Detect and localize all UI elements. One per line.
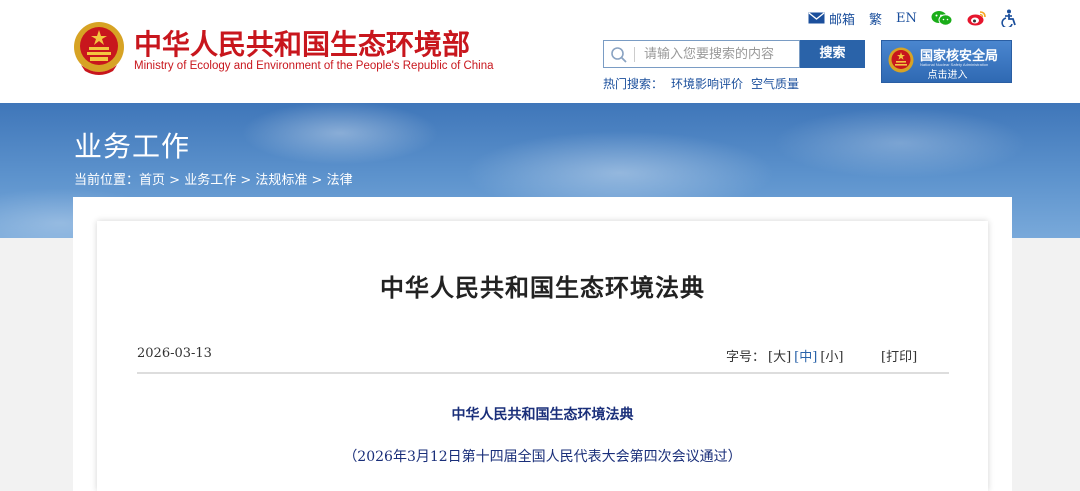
breadcrumb-law[interactable]: 法律 [327,173,353,188]
hot-search-link[interactable]: 环境影响评价 [671,77,743,91]
mail-icon [808,12,825,24]
article-card: 中华人民共和国生态环境法典 2026-03-13 字号： [大] [中] [小] [打… [97,221,988,491]
breadcrumb-business[interactable]: 业务工作 [184,173,236,188]
breadcrumb-separator: > [236,173,256,188]
site-header: 中华人民共和国生态环境部 Ministry of Ecology and Env… [0,0,1080,103]
search-box [603,40,800,68]
search-button[interactable]: 搜索 [800,40,865,68]
font-size-small[interactable]: [小] [820,350,843,365]
english-link[interactable]: EN [896,11,917,26]
breadcrumb-separator: > [307,173,327,188]
wechat-icon [931,11,953,26]
traditional-chinese-link[interactable]: 繁 [869,9,882,28]
font-size-label: 字号： [726,350,766,365]
nnsa-enter-label: 点击进入 [927,70,968,81]
article-date: 2026-03-13 [137,346,212,361]
site-logo-subtitle[interactable]: Ministry of Ecology and Environment of t… [134,60,494,72]
breadcrumb-regulations[interactable]: 法规标准 [255,173,307,188]
font-size-large[interactable]: [大] [768,350,791,365]
font-size-switcher: 字号： [大] [中] [小] [726,346,843,365]
site-logo-title[interactable]: 中华人民共和国生态环境部 [134,23,470,63]
mail-label: 邮箱 [829,12,856,28]
national-emblem-icon[interactable] [73,21,125,76]
font-size-medium[interactable]: [中] [794,350,817,365]
hot-search-label: 热门搜索： [603,77,664,91]
breadcrumb-home[interactable]: 首页 [139,173,165,188]
search-divider [634,47,635,62]
accessibility-link[interactable] [1001,9,1017,27]
article-adoption-note: （2026年3月12日第十四届全国人民代表大会第四次会议通过） [343,449,742,465]
print-button[interactable]: [打印] [881,346,917,365]
weibo-link[interactable] [967,10,987,26]
nnsa-entry-button[interactable]: 国家核安全局 National Nuclear Safety Administr… [881,40,1012,83]
breadcrumb-separator: > [165,173,185,188]
breadcrumb: 当前位置：首页 > 业务工作 > 法规标准 > 法律 [74,169,353,188]
hot-search: 热门搜索： 环境影响评价 空气质量 [603,75,807,92]
mail-link[interactable]: 邮箱 [808,9,855,28]
search-input[interactable] [644,44,794,64]
breadcrumb-label: 当前位置： [74,173,140,188]
weibo-icon [967,11,986,26]
wechat-link[interactable] [931,10,953,26]
search-icon[interactable] [610,46,628,64]
accessibility-icon [1001,9,1016,27]
article-divider [137,372,949,374]
top-links: 邮箱 繁 EN [808,9,1031,28]
section-title: 业务工作 [74,130,191,163]
hot-search-link[interactable]: 空气质量 [751,77,799,91]
article-title: 中华人民共和国生态环境法典 [380,274,705,302]
article-heading: 中华人民共和国生态环境法典 [451,407,634,423]
